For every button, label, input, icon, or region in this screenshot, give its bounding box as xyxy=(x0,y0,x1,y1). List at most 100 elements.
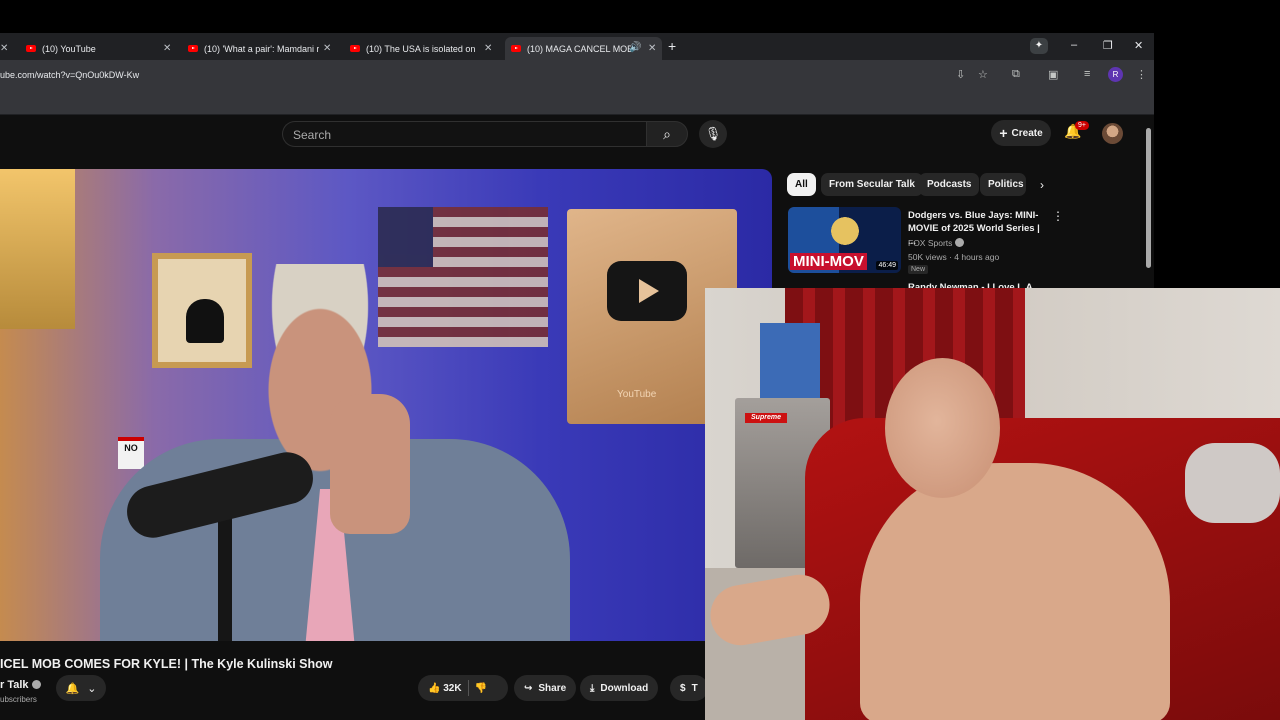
verified-icon xyxy=(31,680,41,689)
chip-from-secular-talk[interactable]: From Secular Talk xyxy=(821,173,923,196)
close-icon[interactable]: ✕ xyxy=(323,43,331,54)
extensions-icon[interactable]: ⧉ xyxy=(1012,68,1020,81)
lamp-light xyxy=(0,169,75,329)
close-icon[interactable]: ✕ xyxy=(648,43,656,54)
tab-usa-isolated[interactable]: (10) The USA is isolated on the ✕ xyxy=(344,37,499,60)
mic-stand xyxy=(218,509,232,641)
channel-name-text: r Talk xyxy=(0,679,29,691)
download-icon: ⤓ xyxy=(590,682,595,694)
person-torso xyxy=(860,463,1170,720)
recommendation-meta: 50K views · 4 hours ago xyxy=(908,252,1000,262)
scrollbar-thumb[interactable] xyxy=(1146,128,1151,268)
world-series-trophy xyxy=(830,211,860,251)
install-app-icon[interactable]: ⇩ xyxy=(956,68,965,81)
tab-close-partial[interactable]: ✕ xyxy=(0,37,10,60)
youtube-favicon-icon xyxy=(350,45,360,52)
share-label: Share xyxy=(538,682,567,694)
close-icon[interactable]: ✕ xyxy=(484,43,492,54)
share-icon: ↪ xyxy=(524,682,533,694)
channel-text: FOX Sports xyxy=(908,238,953,248)
search-icon: ⌕ xyxy=(663,126,671,142)
dislike-icon[interactable]: 👎 xyxy=(475,683,487,694)
verified-icon xyxy=(955,238,965,247)
share-button[interactable]: ↪ Share xyxy=(514,675,577,701)
thanks-button[interactable]: $ T xyxy=(670,675,708,701)
like-button[interactable]: 👍 32K xyxy=(428,683,462,694)
search-input[interactable]: Search xyxy=(282,121,646,147)
new-tab-button[interactable]: + xyxy=(668,38,676,54)
bookmark-star-icon[interactable]: ☆ xyxy=(978,68,988,81)
restore-button[interactable]: ❐ xyxy=(1103,39,1113,52)
tab-title: (10) 'What a pair': Mamdani re xyxy=(204,43,319,54)
close-icon[interactable]: ✕ xyxy=(0,43,8,54)
tab-maga-cancel-mob[interactable]: (10) MAGA CANCEL MOB C 🔊 ✕ xyxy=(505,37,662,60)
download-button[interactable]: ⤓ Download xyxy=(580,675,659,701)
plaque-text: YouTube xyxy=(617,389,657,400)
address-bar[interactable]: ube.com/watch?v=QnOu0kDW-Kw xyxy=(0,70,139,80)
channel-name[interactable]: r Talk xyxy=(0,679,41,691)
recommendation-channel[interactable]: FOX Sports xyxy=(908,238,965,248)
tab-title: (10) YouTube xyxy=(42,43,96,54)
more-options-icon[interactable]: ⋮ xyxy=(1052,209,1064,223)
video-duration: 46:49 xyxy=(876,261,898,270)
browser-menu-icon[interactable]: ⋮ xyxy=(1136,68,1147,81)
search-button[interactable]: ⌕ xyxy=(646,121,688,147)
tab-youtube[interactable]: (10) YouTube ✕ xyxy=(20,37,178,60)
create-label: Create xyxy=(1011,127,1043,139)
subscriber-count: ubscribers xyxy=(0,695,37,704)
pillow xyxy=(1185,443,1280,523)
chevron-down-icon: ⌄ xyxy=(87,682,97,695)
chip-podcasts[interactable]: Podcasts xyxy=(919,173,980,196)
speaker-icon[interactable]: 🔊 xyxy=(629,42,641,53)
profile-avatar[interactable]: R xyxy=(1108,67,1123,82)
tab-title: (10) MAGA CANCEL MOB C xyxy=(527,43,631,54)
youtube-favicon-icon xyxy=(188,45,198,52)
video-title: ICEL MOB COMES FOR KYLE! | The Kyle Kuli… xyxy=(0,657,333,671)
create-button[interactable]: + Create xyxy=(991,120,1051,146)
side-panel-icon[interactable]: ▣ xyxy=(1048,68,1058,81)
person-head xyxy=(885,358,1000,498)
browser-toolbar: ube.com/watch?v=QnOu0kDW-Kw ⇩ ☆ ⧉ ▣ ≡ R … xyxy=(0,60,1154,90)
webcam-overlay: Supreme xyxy=(705,288,1280,720)
scrollbar[interactable] xyxy=(1145,118,1152,288)
host-hand xyxy=(330,394,410,534)
video-info: ICEL MOB COMES FOR KYLE! | The Kyle Kuli… xyxy=(0,641,772,720)
thumbnail-text: MINI-MOV xyxy=(790,253,867,270)
recommendation-thumbnail[interactable]: MINI-MOV 46:49 xyxy=(788,207,901,273)
tab-mamdani[interactable]: (10) 'What a pair': Mamdani re ✕ xyxy=(182,37,337,60)
thanks-label: T xyxy=(691,682,698,694)
account-avatar[interactable] xyxy=(1102,123,1123,144)
subscription-bell-button[interactable]: 🔔 ⌄ xyxy=(56,675,106,701)
divider xyxy=(467,680,469,696)
recommendation-item[interactable]: MINI-MOV 46:49 Dodgers vs. Blue Jays: MI… xyxy=(788,207,1088,277)
bell-icon: 🔔 xyxy=(65,682,80,695)
thanks-icon: $ xyxy=(680,682,686,694)
window-close-button[interactable]: ✕ xyxy=(1134,39,1143,52)
supreme-sticker: Supreme xyxy=(745,413,787,423)
cat-picture-frame xyxy=(152,253,252,368)
video-player[interactable]: YouTube NO xyxy=(0,169,772,641)
tab-strip: ✕ (10) YouTube ✕ (10) 'What a pair': Mam… xyxy=(0,33,1154,60)
like-count: 32K xyxy=(443,682,462,694)
no-sign: NO xyxy=(118,437,144,469)
ai-sparkle-icon[interactable]: ✦ xyxy=(1030,38,1048,54)
media-control-icon[interactable]: ≡ xyxy=(1084,68,1090,80)
youtube-favicon-icon xyxy=(511,45,521,52)
american-flag xyxy=(378,207,548,347)
notification-badge: 9+ xyxy=(1075,121,1089,130)
chip-politics[interactable]: Politics xyxy=(980,173,1026,196)
microphone-icon: 🎙 xyxy=(704,126,722,141)
youtube-header: Search ⌕ 🎙 + Create 🔔 9+ xyxy=(0,115,1154,170)
youtube-logo-icon xyxy=(607,261,687,321)
close-icon[interactable]: ✕ xyxy=(163,43,171,54)
youtube-favicon-icon xyxy=(26,45,36,52)
voice-search-button[interactable]: 🎙 xyxy=(699,120,727,148)
new-badge: New xyxy=(908,265,929,274)
beer-box xyxy=(760,323,820,398)
tab-title: (10) The USA is isolated on the xyxy=(366,43,478,54)
plus-icon: + xyxy=(999,125,1008,141)
like-dislike-group: 👍 32K 👎 xyxy=(418,675,508,701)
minimize-button[interactable]: – xyxy=(1071,39,1077,51)
chevron-right-icon[interactable]: › xyxy=(1040,178,1044,192)
chip-all[interactable]: All xyxy=(787,173,816,196)
